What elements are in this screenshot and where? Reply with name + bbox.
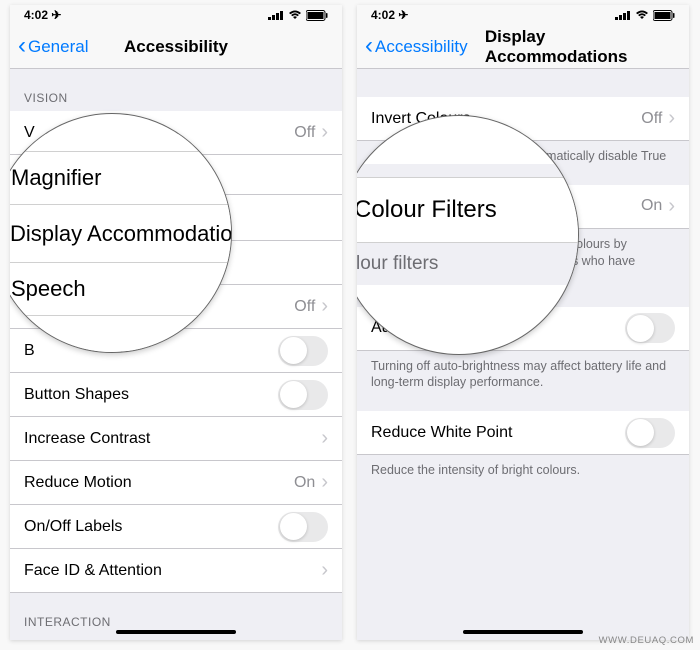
back-label: General — [28, 37, 88, 57]
row-faceid[interactable]: Face ID & Attention › — [10, 549, 342, 593]
watermark: WWW.DEUAQ.COM — [599, 635, 694, 646]
status-bar: 4:02 ✈ — [10, 5, 342, 25]
section-header-interaction: INTERACTION — [10, 593, 342, 635]
status-right — [615, 10, 675, 21]
battery-icon — [653, 10, 675, 21]
switch[interactable] — [625, 313, 675, 343]
home-indicator[interactable] — [463, 630, 583, 634]
chevron-right-icon: › — [321, 121, 328, 144]
back-label: Accessibility — [375, 37, 468, 57]
nav-bar: ‹ Accessibility Display Accommodations — [357, 25, 689, 69]
signal-icon — [268, 10, 284, 20]
magnifier-lens: Magnifier Display AccommodationsOn› Spee… — [10, 113, 232, 353]
chevron-left-icon: ‹ — [18, 46, 26, 48]
wifi-icon — [288, 10, 302, 20]
nav-title: Accessibility — [124, 37, 228, 57]
status-time: 4:02 ✈ — [24, 8, 61, 22]
status-bar: 4:02 ✈ — [357, 5, 689, 25]
back-button[interactable]: ‹ General — [10, 37, 88, 57]
row-reduce-white-point[interactable]: Reduce White Point — [357, 411, 689, 455]
wifi-icon — [635, 10, 649, 20]
section-header-vision: VISION — [10, 69, 342, 111]
switch[interactable] — [278, 512, 328, 542]
row-reduce-motion[interactable]: Reduce Motion On › — [10, 461, 342, 505]
row-increase-contrast[interactable]: Increase Contrast › — [10, 417, 342, 461]
phone-right: 4:02 ✈ ‹ Accessibility Display Accommoda… — [357, 5, 689, 640]
back-button[interactable]: ‹ Accessibility — [357, 37, 468, 57]
signal-icon — [615, 10, 631, 20]
row-button-shapes[interactable]: Button Shapes — [10, 373, 342, 417]
phone-left: 4:02 ✈ ‹ General Accessibility VISION V … — [10, 5, 342, 640]
row-onoff-labels[interactable]: On/Off Labels — [10, 505, 342, 549]
mag-row: Colour Filters — [357, 178, 578, 243]
chevron-right-icon: › — [321, 427, 328, 450]
footer-text: Reduce the intensity of bright colours. — [357, 455, 689, 493]
footer-text: Turning off auto-brightness may affect b… — [357, 351, 689, 406]
mag-row: lour filters — [357, 243, 578, 285]
nav-title: Display Accommodations — [485, 27, 628, 67]
switch[interactable] — [278, 380, 328, 410]
status-time: 4:02 ✈ — [371, 8, 408, 22]
chevron-left-icon: ‹ — [365, 46, 373, 48]
home-indicator[interactable] — [116, 630, 236, 634]
mag-row: Display AccommodationsOn› — [10, 205, 231, 263]
mag-row: Speech — [10, 263, 231, 316]
chevron-right-icon: › — [321, 471, 328, 494]
switch[interactable] — [625, 418, 675, 448]
battery-icon — [306, 10, 328, 21]
switch[interactable] — [278, 336, 328, 366]
chevron-right-icon: › — [668, 195, 675, 218]
chevron-right-icon: › — [321, 559, 328, 582]
mag-row: Magnifier — [10, 152, 231, 205]
nav-bar: ‹ General Accessibility — [10, 25, 342, 69]
chevron-right-icon: › — [321, 295, 328, 318]
status-right — [268, 10, 328, 21]
chevron-right-icon: › — [668, 107, 675, 130]
